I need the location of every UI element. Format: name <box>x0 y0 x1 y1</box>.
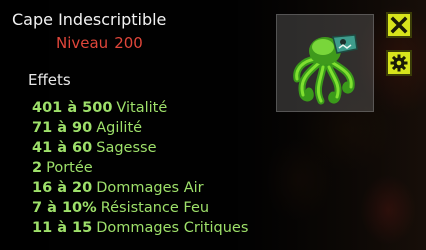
effect-name: Portée <box>46 160 93 176</box>
effect-row: 11 à 15 Dommages Critiques <box>32 218 248 238</box>
effect-value: 16 à 20 <box>32 180 93 196</box>
effect-row: 401 à 500 Vitalité <box>32 98 248 118</box>
effect-value: 11 à 15 <box>32 220 93 236</box>
effect-name: Résistance Feu <box>100 200 210 216</box>
effect-name: Agilité <box>96 120 143 136</box>
item-level: Niveau 200 <box>56 34 149 52</box>
effect-row: 16 à 20 Dommages Air <box>32 178 248 198</box>
settings-button[interactable] <box>386 50 412 76</box>
close-icon <box>390 16 408 34</box>
effect-row: 71 à 90 Agilité <box>32 118 248 138</box>
effect-value: 7 à 10% <box>32 200 97 216</box>
effect-value: 2 <box>32 160 43 176</box>
effect-value: 401 à 500 <box>32 100 113 116</box>
level-label: Niveau <box>56 34 109 52</box>
effect-row: 2 Portée <box>32 158 248 178</box>
effect-row: 41 à 60 Sagesse <box>32 138 248 158</box>
effect-name: Sagesse <box>96 140 157 156</box>
effects-heading: Effets <box>28 71 71 89</box>
effect-value: 41 à 60 <box>32 140 93 156</box>
item-name: Cape Indescriptible <box>12 10 167 29</box>
cape-item-image <box>293 34 358 105</box>
level-value: 200 <box>114 34 143 52</box>
effects-list: 401 à 500 Vitalité 71 à 90 Agilité 41 à 60… <box>32 98 248 238</box>
item-image-frame <box>276 14 374 112</box>
effect-name: Vitalité <box>116 100 168 116</box>
gear-icon <box>390 54 408 72</box>
close-button[interactable] <box>386 12 412 38</box>
effect-value: 71 à 90 <box>32 120 93 136</box>
effect-name: Dommages Critiques <box>96 220 249 236</box>
effect-row: 7 à 10% Résistance Feu <box>32 198 248 218</box>
effect-name: Dommages Air <box>96 180 204 196</box>
